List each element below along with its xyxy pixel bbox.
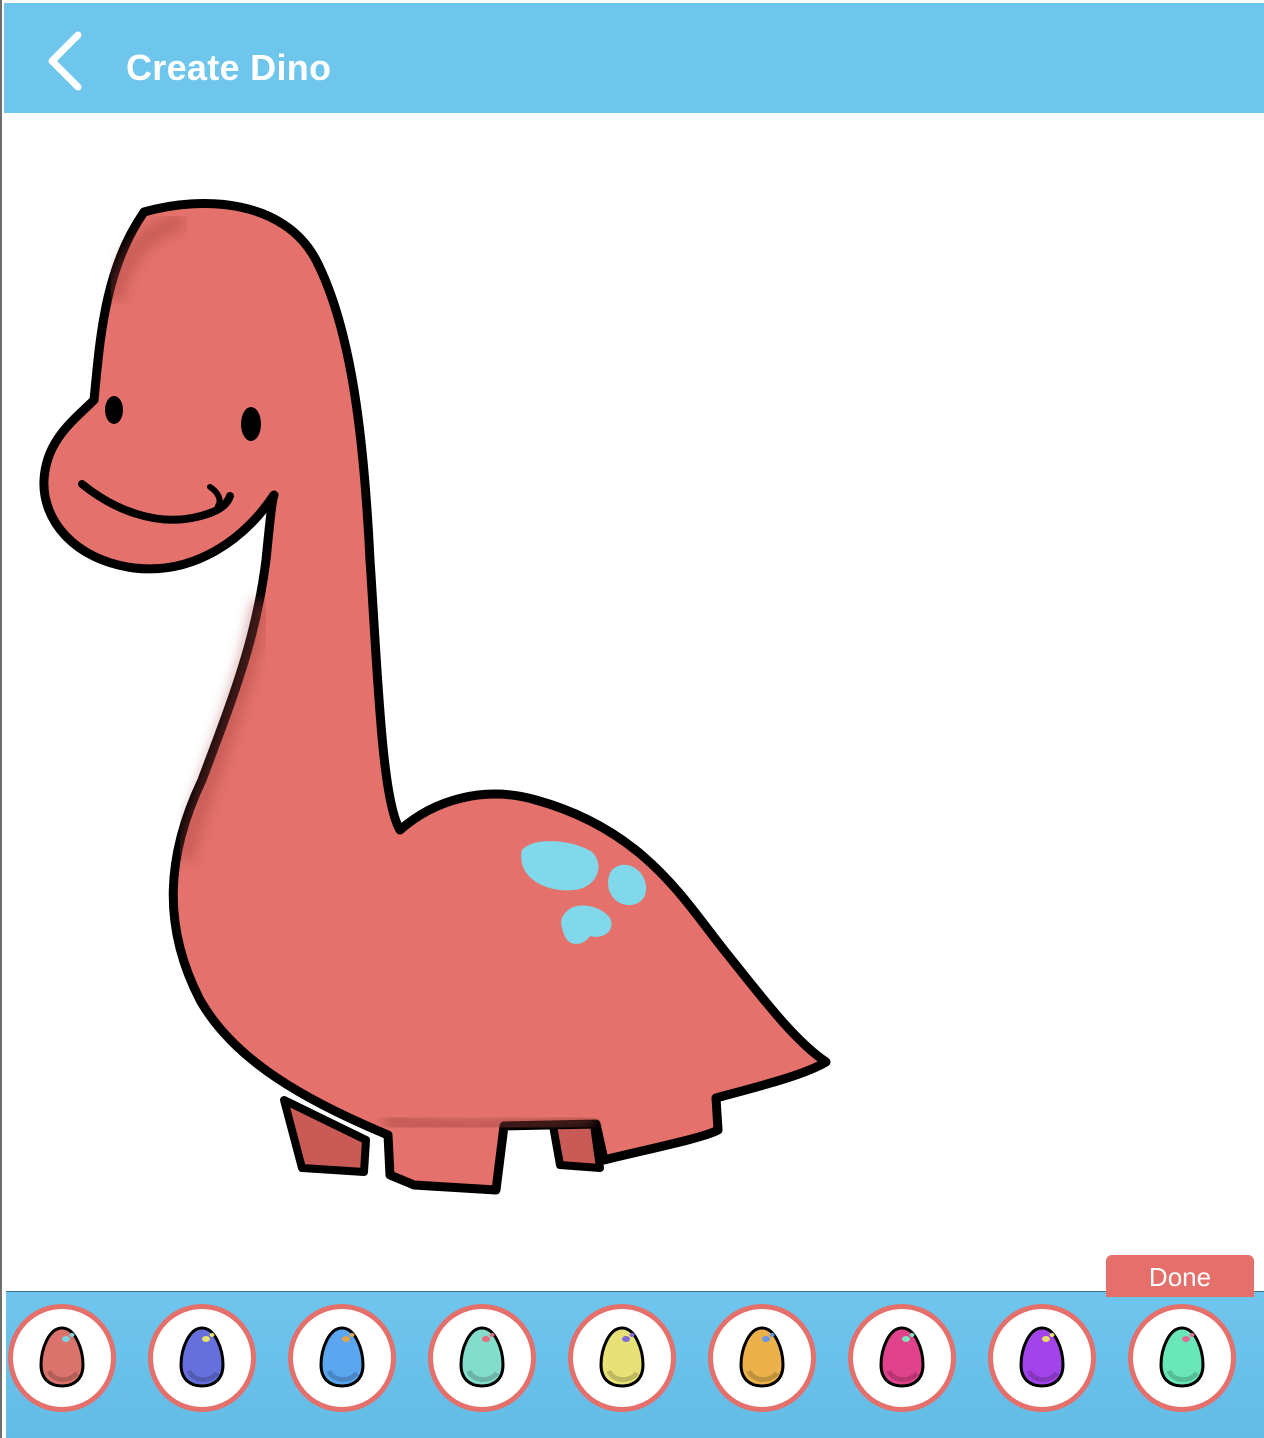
egg-icon [879, 1326, 925, 1388]
egg-icon [319, 1326, 365, 1388]
egg-icon [39, 1326, 85, 1388]
header-bar: Create Dino [4, 3, 1264, 113]
egg-icon [1159, 1326, 1205, 1388]
egg-option-yellow[interactable] [568, 1304, 676, 1412]
egg-icon [599, 1326, 645, 1388]
egg-option-indigo[interactable] [148, 1304, 256, 1412]
page-title: Create Dino [126, 47, 332, 88]
dino-eye [241, 407, 261, 441]
egg-palette [6, 1291, 1264, 1438]
egg-option-blue[interactable] [288, 1304, 396, 1412]
egg-option-pink[interactable] [848, 1304, 956, 1412]
back-button[interactable] [34, 27, 98, 91]
egg-icon [459, 1326, 505, 1388]
egg-option-purple[interactable] [988, 1304, 1096, 1412]
egg-option-mint[interactable] [1128, 1304, 1236, 1412]
app-frame: Create Dino Done [0, 0, 1264, 1438]
egg-icon [739, 1326, 785, 1388]
egg-icon [179, 1326, 225, 1388]
egg-option-teal[interactable] [428, 1304, 536, 1412]
egg-option-orange[interactable] [708, 1304, 816, 1412]
dino-body [39, 199, 831, 1195]
chevron-left-icon [48, 31, 82, 91]
egg-option-red[interactable] [8, 1304, 116, 1412]
done-button[interactable]: Done [1106, 1255, 1254, 1297]
dino-canvas [4, 113, 1264, 1290]
egg-icon [1019, 1326, 1065, 1388]
dino-illustration [39, 199, 831, 1195]
dino-eye [105, 396, 123, 424]
